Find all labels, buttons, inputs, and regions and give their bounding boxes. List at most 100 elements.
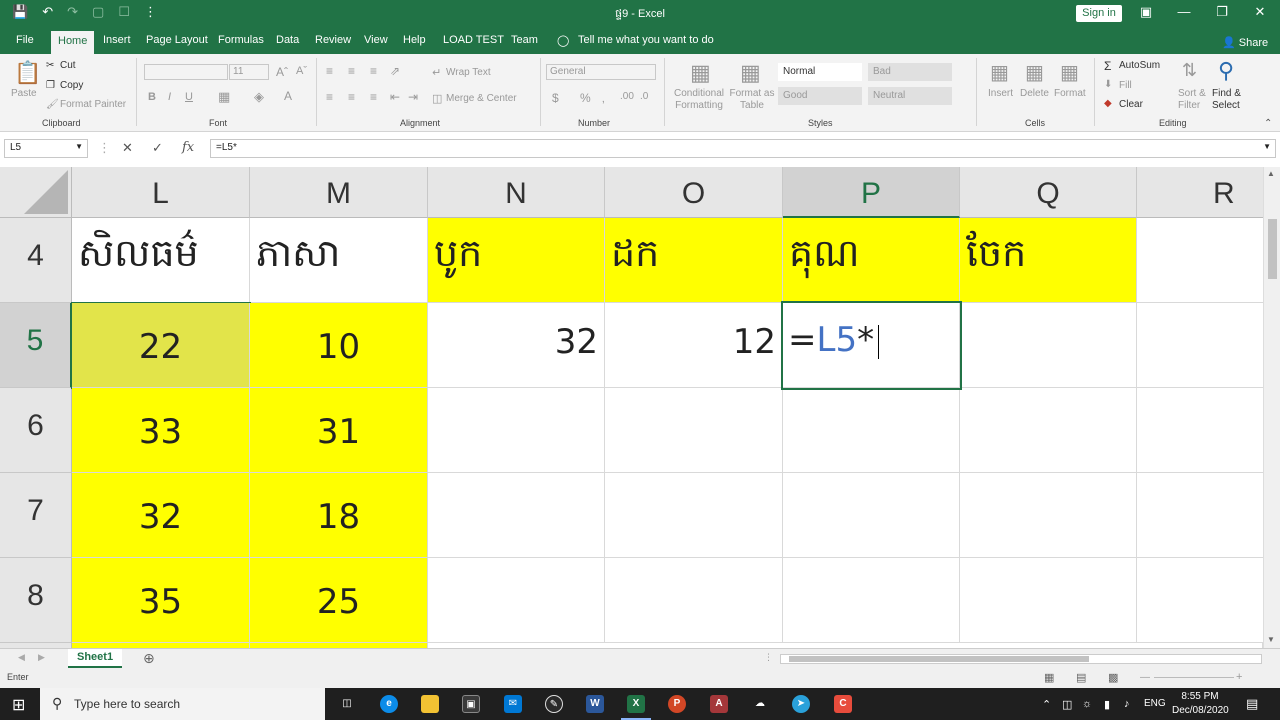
percent-icon[interactable]: % — [580, 91, 591, 105]
horizontal-scroll-thumb[interactable] — [789, 656, 1089, 662]
task-view-icon[interactable]: ◫ — [338, 695, 356, 713]
insert-function-icon[interactable]: fx — [182, 140, 194, 155]
camtasia-icon[interactable]: C — [834, 695, 852, 713]
wrap-text-icon[interactable]: ↵ — [432, 66, 441, 79]
word-icon[interactable]: W — [586, 695, 604, 713]
row-header-7[interactable]: 7 — [0, 473, 72, 558]
column-header-q[interactable]: Q — [960, 167, 1137, 218]
decrease-font-icon[interactable]: Aˇ — [296, 65, 307, 77]
bottom-align-icon[interactable]: ≡ — [370, 64, 377, 78]
style-good[interactable]: Good — [778, 87, 862, 105]
page-layout-view-icon[interactable]: ▤ — [1076, 671, 1086, 684]
prev-sheet-icon[interactable]: ◀ — [18, 652, 25, 663]
cell-q5[interactable] — [960, 303, 1137, 388]
row-header-6[interactable]: 6 — [0, 388, 72, 473]
network-icon[interactable]: ◫ — [1062, 698, 1072, 711]
cell-q7[interactable] — [960, 473, 1137, 558]
format-cells-icon[interactable]: ▦ — [1060, 60, 1079, 85]
cell-l7[interactable]: 32 — [72, 473, 250, 558]
underline-icon[interactable]: U — [185, 91, 193, 103]
zoom-out-icon[interactable]: — — [1140, 672, 1150, 683]
new-sheet-icon[interactable]: ⊕ — [143, 650, 155, 667]
minimize-icon[interactable]: — — [1174, 4, 1194, 19]
format-painter-button[interactable]: Format Painter — [60, 99, 126, 110]
cell-n4[interactable]: បូក — [428, 218, 605, 303]
format-painter-icon[interactable]: 🖌 — [46, 99, 59, 110]
fill-icon[interactable]: ⬇ — [1104, 79, 1112, 90]
cell-n8[interactable] — [428, 558, 605, 643]
autosum-button[interactable]: AutoSum — [1119, 60, 1160, 71]
format-as-table-icon[interactable]: ▦ — [740, 60, 761, 86]
format-as-table-button[interactable]: Format as Table — [728, 88, 776, 112]
orientation-icon[interactable]: ⇗ — [390, 64, 400, 78]
language-indicator[interactable]: ENG — [1144, 698, 1166, 709]
font-name-dropdown[interactable] — [144, 64, 228, 80]
italic-icon[interactable]: I — [168, 91, 171, 103]
scroll-down-icon[interactable]: ▼ — [1267, 635, 1275, 644]
clear-icon[interactable]: ◆ — [1104, 98, 1112, 109]
currency-icon[interactable]: $ — [552, 91, 559, 105]
style-neutral[interactable]: Neutral — [868, 87, 952, 105]
enter-icon[interactable]: ✓ — [152, 140, 163, 156]
next-sheet-icon[interactable]: ▶ — [38, 652, 45, 663]
access-icon[interactable]: A — [710, 695, 728, 713]
row-header-5[interactable]: 5 — [0, 303, 72, 388]
share-button[interactable]: 👤 Share — [1222, 36, 1268, 49]
decrease-decimal-icon[interactable]: .0 — [640, 91, 648, 102]
file-explorer-icon[interactable] — [421, 695, 439, 713]
tab-formulas[interactable]: Formulas — [218, 34, 264, 46]
cell-l4[interactable]: សិលធម៌ — [72, 218, 250, 303]
delete-cells-icon[interactable]: ▦ — [1025, 60, 1044, 85]
middle-align-icon[interactable]: ≡ — [348, 64, 355, 78]
wrap-text-button[interactable]: Wrap Text — [446, 67, 491, 78]
cell-p6[interactable] — [783, 388, 960, 473]
expand-formula-icon[interactable]: ▼ — [1263, 142, 1271, 151]
windows-start-icon[interactable]: ⊞ — [12, 695, 25, 715]
globe-icon[interactable]: ☼ — [1082, 698, 1092, 710]
cell-p5-editing[interactable]: =L5* — [781, 301, 962, 390]
center-align-icon[interactable]: ≡ — [348, 90, 355, 104]
tab-help[interactable]: Help — [403, 34, 426, 46]
cell-r8[interactable] — [1137, 558, 1280, 643]
cell-n5[interactable]: 32 — [428, 303, 605, 388]
taskbar-search-box[interactable]: ⚲ Type here to search — [40, 688, 325, 720]
tab-page-layout[interactable]: Page Layout — [146, 34, 208, 46]
formula-input[interactable]: =L5* ▼ — [210, 139, 1276, 158]
cell-p8[interactable] — [783, 558, 960, 643]
scroll-up-icon[interactable]: ▲ — [1267, 169, 1275, 178]
top-align-icon[interactable]: ≡ — [326, 64, 333, 78]
column-header-n[interactable]: N — [428, 167, 605, 218]
sheet-tab-sheet1[interactable]: Sheet1 — [68, 649, 123, 668]
collapse-ribbon-icon[interactable]: ⌃ — [1264, 118, 1272, 129]
normal-view-icon[interactable]: ▦ — [1044, 671, 1054, 684]
cell-r5[interactable] — [1137, 303, 1280, 388]
telegram-icon[interactable]: ➤ — [792, 695, 810, 713]
column-header-p[interactable]: P — [783, 167, 960, 218]
sort-filter-button[interactable]: Sort & Filter — [1178, 88, 1210, 112]
tell-me-search[interactable]: Tell me what you want to do — [578, 34, 714, 46]
cell-l6[interactable]: 33 — [72, 388, 250, 473]
tab-load-test[interactable]: LOAD TEST — [443, 34, 504, 46]
font-size-dropdown[interactable]: 11 — [229, 64, 269, 80]
cut-icon[interactable]: ✂ — [46, 60, 54, 71]
comma-icon[interactable]: ‚ — [602, 91, 605, 105]
cell-m5[interactable]: 10 — [250, 303, 428, 388]
vertical-scrollbar[interactable]: ▲ ▼ — [1263, 167, 1280, 650]
find-select-button[interactable]: Find & Select — [1212, 88, 1250, 112]
conditional-formatting-button[interactable]: Conditional Formatting — [670, 88, 728, 112]
sort-filter-icon[interactable]: ⇅ — [1182, 60, 1197, 81]
powerpoint-icon[interactable]: P — [668, 695, 686, 713]
cancel-icon[interactable]: ✕ — [122, 140, 133, 156]
show-hidden-icons[interactable]: ⌃ — [1042, 698, 1051, 711]
style-bad[interactable]: Bad — [868, 63, 952, 81]
cell-q6[interactable] — [960, 388, 1137, 473]
edge-icon[interactable]: e — [380, 695, 398, 713]
tab-view[interactable]: View — [364, 34, 388, 46]
name-box[interactable]: L5 ▼ — [4, 139, 88, 158]
bold-icon[interactable]: B — [148, 91, 156, 103]
format-cells-button[interactable]: Format — [1054, 88, 1086, 99]
excel-icon[interactable]: X — [627, 695, 645, 713]
vertical-scroll-thumb[interactable] — [1268, 219, 1277, 279]
column-header-r[interactable]: R — [1137, 167, 1280, 218]
decrease-indent-icon[interactable]: ⇤ — [390, 90, 400, 104]
